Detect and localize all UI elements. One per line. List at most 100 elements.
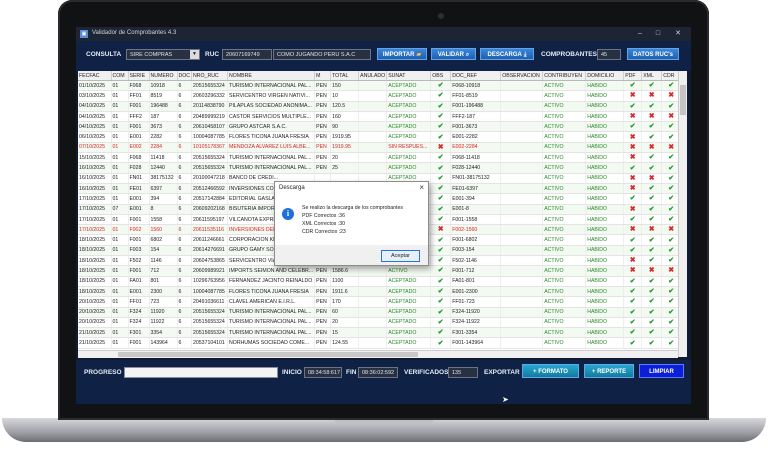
column-header[interactable]: SERIE [128, 71, 150, 81]
table-cell: 90 [330, 121, 360, 133]
table-cell: HABIDO [585, 111, 625, 123]
table-cell: 1146 [149, 255, 178, 267]
table-cell: HABIDO [585, 265, 625, 277]
table-cell: 20515655324 [191, 80, 229, 92]
table-cell: 1911.6 [330, 286, 360, 298]
table-cell: PEN [314, 142, 332, 154]
column-header[interactable]: FECFAC [78, 71, 112, 81]
consulta-select[interactable]: SIRE COMPRAS ▼ [126, 49, 200, 60]
status-mark-cell: ✖ [623, 204, 643, 215]
table-cell: ACTIVO [542, 121, 587, 133]
scrollbar-thumb[interactable] [680, 85, 686, 115]
datos-ruc-button[interactable]: DATOS RUC's [627, 48, 679, 60]
table-row[interactable]: 20/10/2025 01 F324 11920 6 20515655324 TURISMO… [78, 307, 682, 318]
formato-button[interactable]: + FORMATO [522, 364, 579, 378]
table-row[interactable]: 15/10/2025 01 F068 11418 6 20515655324 TURISMO… [78, 152, 682, 164]
close-icon[interactable]: ✕ [670, 29, 686, 39]
table-cell: 20614276691 [191, 245, 229, 257]
check-icon: ✔ [437, 246, 444, 254]
table-cell: F028 [128, 162, 150, 174]
aceptar-button[interactable]: Aceptar [381, 250, 420, 262]
table-row[interactable]: 03/10/2025 01 FF01 8519 6 20603296332 SERVICEN… [78, 90, 682, 102]
table-row[interactable]: 04/10/2025 01 F001 196488 6 20114838790 PILAPL… [78, 101, 682, 112]
column-header[interactable]: M [314, 71, 332, 81]
table-row[interactable]: 21/10/2025 01 F301 3354 6 20515655324 TURISMO … [78, 327, 682, 339]
table-row[interactable]: 18/10/2025 01 FA01 801 6 10296763956 FERNANDEZ… [78, 276, 682, 287]
column-header[interactable]: PDF [623, 71, 643, 81]
validar-button[interactable]: VALIDAR ⌕ [431, 48, 476, 60]
table-cell: 124.55 [330, 337, 360, 349]
table-row[interactable]: 18/10/2025 01 F001 712 6 20609989921 IMPORTS S… [78, 265, 682, 277]
table-row[interactable]: 06/10/2025 01 E001 2282 6 10004087785 FLORES T… [78, 131, 682, 143]
column-header[interactable]: COM [111, 71, 129, 81]
column-header[interactable]: SUNAT [386, 71, 432, 81]
table-row[interactable]: 18/10/2025 01 E001 2300 6 10004087785 FLORES T… [78, 286, 682, 298]
close-icon[interactable]: × [419, 183, 424, 192]
info-icon: i [282, 208, 294, 220]
table-cell: HABIDO [585, 234, 625, 246]
table-cell [358, 317, 388, 329]
inicio-label: INICIO [282, 369, 302, 376]
table-row[interactable]: 07/10/2025 01 E002 2284 6 10105178367 MENDOZA … [78, 142, 682, 154]
status-mark-cell: ✔ [641, 80, 663, 92]
table-cell [500, 183, 544, 195]
table-cell: PEN [314, 307, 332, 318]
chevron-down-icon[interactable]: ▼ [190, 50, 199, 59]
column-header[interactable]: ANULADO [358, 71, 388, 81]
descarga-button[interactable]: DESCARGA ⤓ [480, 48, 534, 60]
minimize-icon[interactable]: – [632, 29, 648, 39]
check-icon: ✔ [629, 82, 636, 90]
column-header[interactable]: OBS [430, 71, 452, 81]
column-header[interactable]: XML [641, 71, 663, 81]
check-icon: ✔ [437, 267, 444, 275]
status-mark-cell: ✔ [623, 245, 643, 257]
column-header[interactable]: NRO_RUC [191, 71, 229, 81]
dialog-message: Se realizo la descarga de los comprobant… [302, 205, 403, 211]
table-row[interactable]: 04/10/2025 01 FFF2 187 6 20489999219 CASTOR SE… [78, 111, 682, 123]
table-cell: ACEPTADO [386, 162, 432, 174]
check-icon: ✔ [648, 205, 655, 213]
table-row[interactable]: 01/10/2025 01 F068 10918 6 20515655324 TURISMO… [78, 80, 682, 92]
verificados-label: VERIFICADOS [404, 369, 449, 376]
table-cell: 2300 [149, 286, 178, 298]
status-mark-cell: ✖ [641, 265, 663, 277]
column-header[interactable]: CONTRIBUYEN [542, 71, 587, 81]
column-header[interactable]: DOMICILIO [585, 71, 625, 81]
vertical-scrollbar[interactable] [678, 71, 687, 357]
table-cell: 01 [111, 317, 129, 329]
reporte-button[interactable]: + REPORTE [584, 364, 634, 378]
scrollbar-thumb-horizontal[interactable] [118, 352, 418, 357]
table-cell: 170 [330, 296, 360, 308]
column-header[interactable]: DOC [177, 71, 193, 81]
status-mark-cell: ✔ [623, 162, 643, 174]
check-icon: ✔ [437, 92, 444, 100]
limpiar-button[interactable]: LIMPIAR [639, 364, 684, 378]
table-cell: F324 [128, 307, 150, 318]
column-header[interactable]: DOC_REF [450, 71, 502, 81]
column-header[interactable]: NOMBRE [227, 71, 316, 81]
table-row[interactable]: 20/10/2025 01 F324 11922 6 20515655324 TURISMO… [78, 317, 682, 329]
table-row[interactable]: 16/10/2025 01 F028 12440 6 20515655324 TURISMO… [78, 162, 682, 174]
table-cell: 187 [149, 111, 178, 123]
table-row[interactable]: 20/10/2025 01 FF01 723 6 20491036611 CLAVEL AM… [78, 296, 682, 308]
table-cell: 6397 [149, 183, 178, 195]
horizontal-scrollbar[interactable] [78, 350, 678, 358]
column-header[interactable]: OBSERVACION [500, 71, 544, 81]
cross-icon: ✖ [437, 226, 444, 234]
table-row[interactable]: 04/10/2025 01 F001 3673 6 20610458107 GRUPO AS… [78, 121, 682, 133]
table-cell: 150 [330, 80, 360, 92]
table-row[interactable]: 21/10/2025 01 F001 143964 6 20537104101 NORHUM… [78, 337, 682, 349]
comprobantes-label: COMPROBANTES [541, 51, 597, 58]
table-cell: 18/10/2025 [78, 234, 112, 246]
cross-icon: ✖ [629, 92, 636, 100]
ruc-input[interactable]: 20607169749 [222, 49, 272, 60]
column-header[interactable]: TOTAL [330, 71, 360, 81]
cross-icon: ✖ [629, 113, 636, 121]
table-cell: ACEPTADO [386, 307, 432, 318]
column-header[interactable]: NUMERO [149, 71, 178, 81]
dialog-pdf-count: PDF Correctos :36 [302, 213, 345, 219]
importar-button[interactable]: IMPORTAR ▰ [377, 48, 427, 60]
table-cell: HABIDO [585, 337, 625, 349]
maximize-icon[interactable]: □ [650, 29, 666, 39]
check-icon: ✔ [437, 123, 444, 131]
